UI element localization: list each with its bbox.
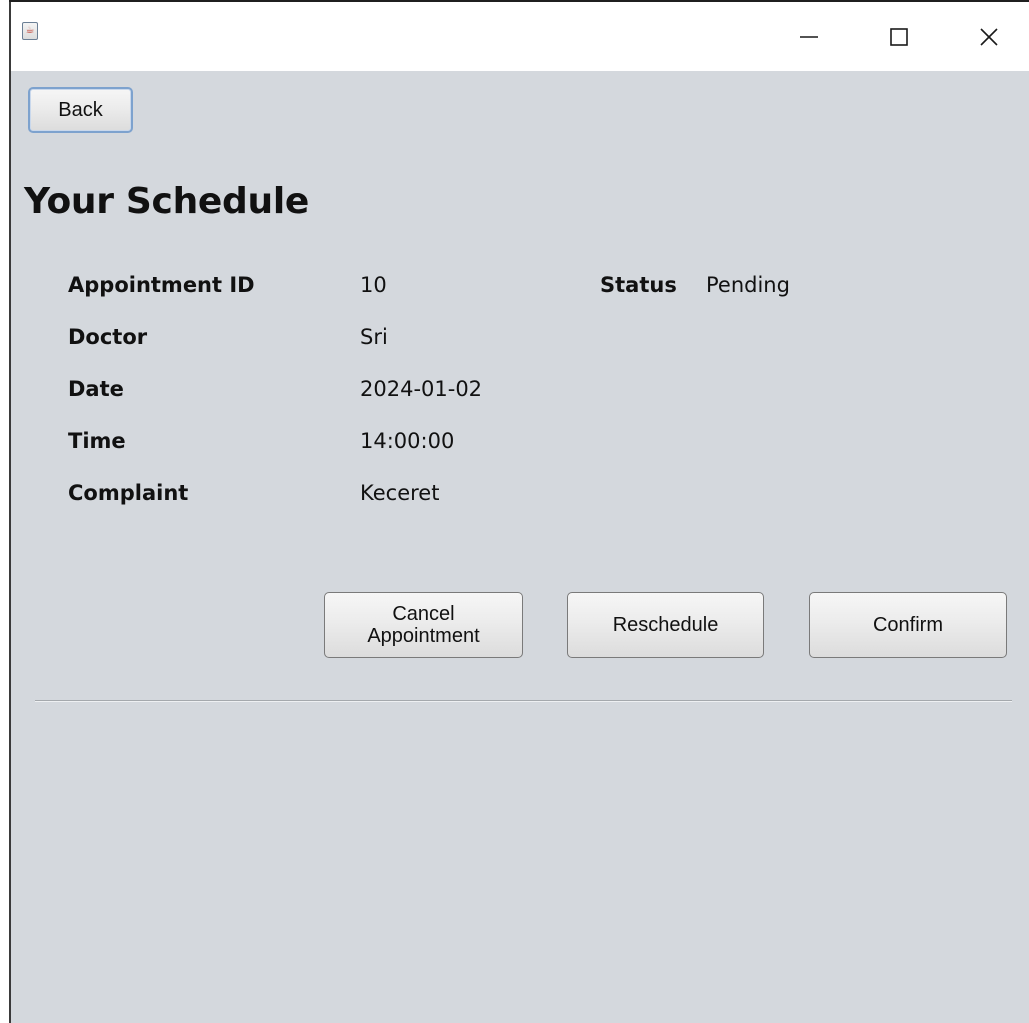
close-button[interactable] <box>960 8 1018 66</box>
confirm-button-label: Confirm <box>872 614 943 636</box>
cancel-appointment-label-line1: Cancel <box>392 603 455 625</box>
minimize-button[interactable] <box>780 8 838 66</box>
back-button-label: Back <box>58 99 103 121</box>
maximize-icon <box>890 28 908 46</box>
date-label: Date <box>68 377 124 401</box>
complaint-value: Keceret <box>360 481 440 505</box>
reschedule-button[interactable]: Reschedule <box>567 592 764 658</box>
close-icon <box>980 28 998 46</box>
back-button[interactable]: Back <box>28 87 133 133</box>
minimize-icon <box>800 36 818 38</box>
maximize-button[interactable] <box>870 8 928 66</box>
horizontal-separator-highlight <box>35 701 1012 702</box>
date-value: 2024-01-02 <box>360 377 483 401</box>
doctor-value: Sri <box>360 325 388 349</box>
time-label: Time <box>68 429 126 453</box>
content-panel: Back Your Schedule Appointment ID 10 Sta… <box>11 71 1029 1023</box>
doctor-label: Doctor <box>68 325 148 349</box>
complaint-label: Complaint <box>68 481 189 505</box>
time-value: 14:00:00 <box>360 429 455 453</box>
status-label: Status <box>600 273 677 297</box>
status-value: Pending <box>706 273 790 297</box>
confirm-button[interactable]: Confirm <box>809 592 1007 658</box>
reschedule-button-label: Reschedule <box>612 614 719 636</box>
appointment-id-value: 10 <box>360 273 387 297</box>
cancel-appointment-button[interactable]: Cancel Appointment <box>324 592 523 658</box>
java-coffee-cup-icon[interactable]: ☕ <box>22 22 38 40</box>
page-title: Your Schedule <box>24 181 309 222</box>
appointment-id-label: Appointment ID <box>68 273 255 297</box>
cancel-appointment-label-line2: Appointment <box>367 625 480 647</box>
application-window: ☕ Back Your Schedule Appointment ID 10 S… <box>0 0 1029 1023</box>
